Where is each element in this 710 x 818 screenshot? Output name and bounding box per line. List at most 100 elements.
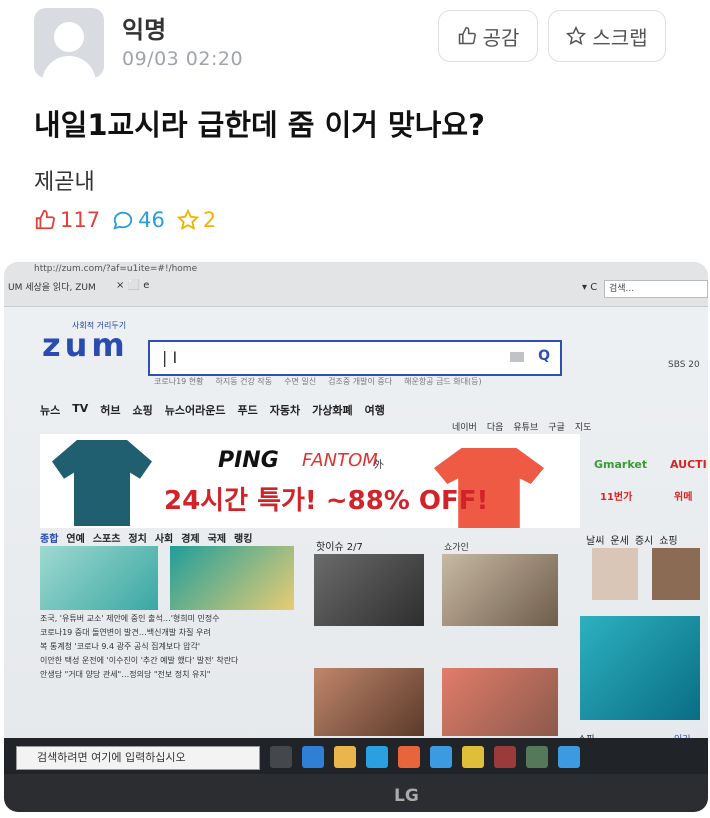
chrome-icon — [462, 746, 484, 768]
like-button[interactable]: 공감 — [438, 10, 538, 62]
scrap-count-value: 2 — [202, 208, 217, 232]
monitor-bezel — [4, 774, 708, 812]
shirt-image — [52, 440, 152, 526]
post-timestamp: 09/03 02:20 — [122, 48, 244, 70]
side-link: 운세 — [610, 536, 629, 547]
zum-nav: 뉴스 TV 허브 쇼핑 뉴스어라운드 푸드 자동차 가상화폐 여행 — [40, 402, 385, 418]
search-icon: Q — [538, 348, 550, 364]
portal-link: 유튜브 — [513, 423, 539, 433]
news-thumbnail — [442, 554, 558, 626]
taskbar-search: 검색하려면 여기에 입력하십시오 — [16, 746, 260, 770]
task-view-icon — [270, 746, 292, 768]
app-icon — [526, 746, 548, 768]
nav-item: 뉴스 — [40, 404, 61, 417]
like-button-label: 공감 — [482, 25, 520, 50]
category: 사회 — [154, 534, 174, 545]
scrap-count: 2 — [176, 208, 217, 232]
nav-item: 푸드 — [237, 404, 258, 417]
nav-item: 가상화폐 — [312, 404, 353, 417]
category: 연예 — [66, 534, 85, 545]
news-headline: 코로나19 중대 돌연변이 발견…백신개발 차질 우려 — [40, 628, 211, 637]
post-title: 내일1교시라 급한데 줌 이거 맞나요? — [34, 108, 485, 142]
nav-item: 쇼핑 — [132, 404, 153, 417]
nav-item: 자동차 — [269, 404, 301, 417]
earbuds-ad-image — [580, 616, 700, 720]
category: 경제 — [181, 534, 200, 545]
browser-address-bar: http://zum.com/?af=u1ite=#!/home UM 세상을 … — [4, 262, 708, 307]
category: 스포츠 — [92, 534, 121, 545]
star-icon — [176, 209, 199, 231]
browser-search-box: 검색... — [604, 280, 708, 298]
folder-icon — [334, 746, 356, 768]
news-categories: 종합 연예 스포츠 정치 사회 경제 국제 랭킹 — [40, 530, 252, 545]
like-count-value: 117 — [60, 208, 101, 232]
news-thumbnail — [40, 546, 158, 610]
scrap-button-label: 스크랩 — [592, 25, 648, 50]
star-icon — [566, 26, 587, 46]
category: 국제 — [207, 534, 227, 545]
ad-suffix: 外 — [374, 460, 384, 471]
side-links: 날씨 운세 증시 쇼핑 — [586, 532, 678, 547]
related-search: 코로나19 현황 — [154, 377, 204, 386]
browser-url: http://zum.com/?af=u1ite=#!/home — [34, 264, 198, 274]
avatar — [34, 8, 104, 78]
edge-icon — [366, 746, 388, 768]
side-link: 증시 — [634, 536, 654, 547]
wemakeprice-logo: 위메 — [674, 492, 693, 503]
gmarket-logo: Gmarket — [594, 458, 648, 471]
related-search: 해운항공 금드 화대(등) — [404, 377, 482, 386]
nav-item: 허브 — [100, 404, 121, 417]
browser-icon — [302, 746, 324, 768]
ad-brand-2: FANTOM — [302, 450, 378, 471]
ie-icon — [558, 746, 580, 768]
category: 종합 — [40, 534, 59, 545]
side-link: 쇼핑 — [659, 536, 678, 547]
news-thumbnail — [442, 668, 558, 736]
portal-link: 다음 — [486, 423, 504, 433]
related-search: 검조중 개발이 중다 — [328, 377, 393, 386]
scrap-button[interactable]: 스크랩 — [548, 10, 666, 62]
news-headline: 복 통계청 '코로나 9.4 광주 공식 집계보다 압각' — [40, 642, 201, 651]
monitor-screen: http://zum.com/?af=u1ite=#!/home UM 세상을 … — [4, 262, 708, 774]
nav-item: TV — [72, 402, 89, 415]
category: 랭킹 — [234, 534, 253, 545]
author-name: 익명 — [122, 16, 167, 44]
zum-search-input: | I Q — [148, 340, 562, 376]
news-headline: 이안한 택성 운전에 '이수진이 '추간 예발 했다' 발전' 착란다 — [40, 656, 239, 665]
taskbar-icons — [270, 746, 580, 768]
reload-icon: ▾ C — [582, 282, 598, 293]
ad-promo: 24시간 특가! ~88% OFF! — [164, 486, 489, 516]
shopping-thumbnail — [652, 548, 700, 600]
portal-links: 네이버 다음 유튜브 구글 지도 — [452, 420, 591, 433]
post-body: 제곧내 — [34, 170, 95, 195]
post-header: 익명 09/03 02:20 공감 스크랩 — [0, 0, 710, 90]
comment-count-value: 46 — [138, 208, 165, 232]
news-thumbnail — [170, 546, 294, 610]
comment-count: 46 — [112, 208, 165, 232]
portal-link: 네이버 — [452, 423, 477, 433]
text-cursor-icon: | I — [162, 348, 178, 367]
browser-tab: UM 세상을 읽다, ZUM — [8, 283, 96, 293]
nav-item: 뉴스어라운드 — [164, 404, 226, 417]
attached-photo[interactable]: http://zum.com/?af=u1ite=#!/home UM 세상을 … — [4, 262, 708, 812]
sbs-label: SBS 20 — [668, 360, 700, 370]
issue-label: 쇼가인 — [444, 543, 469, 553]
related-search: 하지동 건강 작동 — [215, 377, 273, 386]
comment-icon — [113, 211, 133, 230]
auction-logo: AUCTI — [670, 458, 707, 471]
news-list: 조국, '유튜버 교소' 제안에 중인 출석…'형희미 민정수 코로나19 중대… — [40, 612, 310, 682]
ad-banner: PING FANTOM 外 24시간 특가! ~88% OFF! — [40, 434, 580, 528]
shopping-thumbnail — [592, 548, 638, 600]
related-searches: 코로나19 현황 하지동 건강 작동 수면 일신 검조중 개발이 중다 해운항공… — [154, 376, 482, 387]
11st-logo: 11번가 — [600, 492, 633, 503]
firefox-icon — [398, 746, 420, 768]
ie-icon — [430, 746, 452, 768]
thumbs-up-icon — [35, 209, 55, 230]
news-thumbnail — [314, 668, 424, 736]
side-link: 날씨 — [586, 536, 605, 547]
post-stats: 117 46 2 — [34, 208, 228, 232]
nav-item: 여행 — [364, 404, 385, 417]
hot-issue-title: 핫이슈 2/7 — [316, 542, 363, 553]
lg-logo: LG — [394, 786, 419, 806]
like-count: 117 — [34, 208, 100, 232]
